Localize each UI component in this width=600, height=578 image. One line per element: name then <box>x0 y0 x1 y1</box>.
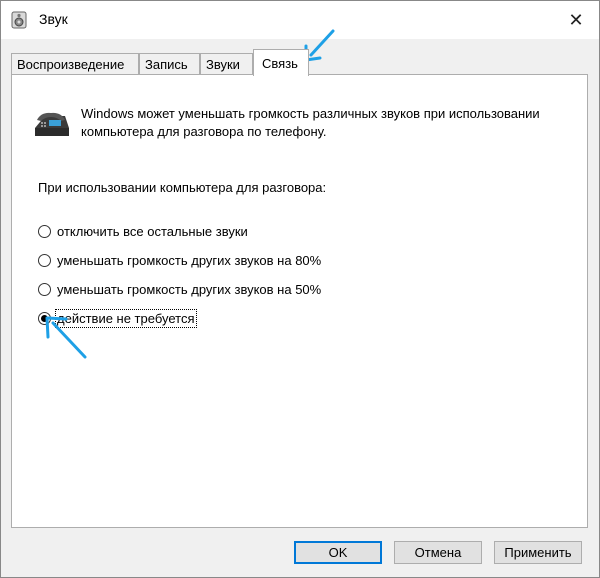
close-button[interactable]: ✕ <box>561 5 591 35</box>
window-title: Звук <box>39 11 68 27</box>
radio-label: уменьшать громкость других звуков на 50% <box>57 281 322 297</box>
tab-recording[interactable]: Запись <box>139 53 200 75</box>
communications-panel <box>11 74 588 528</box>
speaker-icon <box>11 11 27 29</box>
tab-communications[interactable]: Связь <box>253 49 309 76</box>
close-icon: ✕ <box>568 9 584 30</box>
radio-reduce-80[interactable]: уменьшать громкость других звуков на 80% <box>38 251 321 269</box>
radio-button[interactable] <box>38 253 51 267</box>
radio-reduce-50[interactable]: уменьшать громкость других звуков на 50% <box>38 280 321 298</box>
tab-playback[interactable]: Воспроизведение <box>11 53 139 75</box>
radio-button[interactable] <box>38 282 51 296</box>
radio-button[interactable] <box>38 224 51 238</box>
radio-label: уменьшать громкость других звуков на 80% <box>57 252 322 268</box>
cancel-button[interactable]: Отмена <box>394 541 482 564</box>
ok-button[interactable]: OK <box>294 541 382 564</box>
tab-sounds[interactable]: Звуки <box>200 53 253 75</box>
description-text: Windows может уменьшать громкость различ… <box>81 106 540 139</box>
annotation-arrow-icon <box>45 316 87 359</box>
options-heading: При использовании компьютера для разгово… <box>38 180 327 195</box>
sound-dialog: Звук ✕ Воспроизведение Запись Звуки Связ… <box>0 0 600 578</box>
radio-mute-all[interactable]: отключить все остальные звуки <box>38 222 248 240</box>
radio-label: отключить все остальные звуки <box>57 223 248 239</box>
phone-icon <box>35 112 69 136</box>
apply-button[interactable]: Применить <box>494 541 582 564</box>
